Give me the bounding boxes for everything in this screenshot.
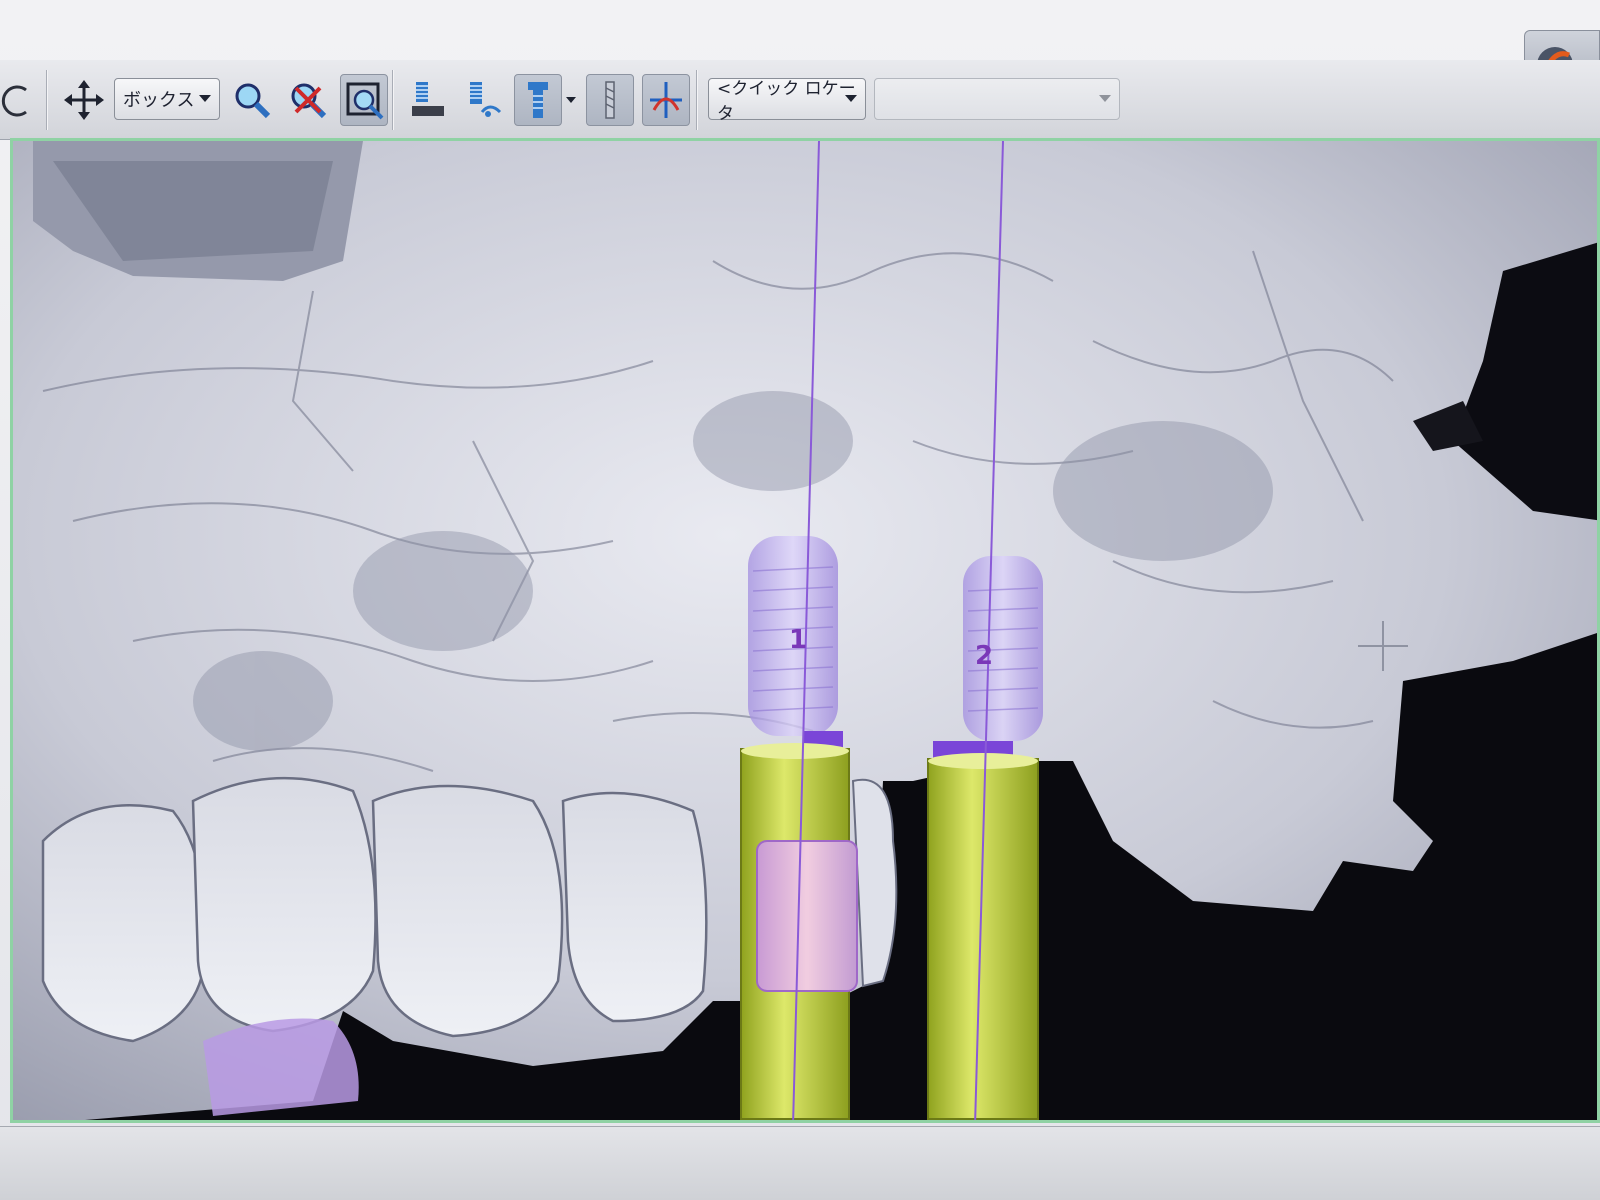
3d-viewport[interactable]: 1 2: [10, 138, 1600, 1123]
zoom-box-icon: [346, 82, 384, 120]
chevron-down-icon: [199, 95, 211, 102]
status-bar: [0, 1126, 1600, 1200]
implant-icon: [528, 82, 548, 118]
implant-1-label: 1: [789, 625, 808, 655]
rotate-icon: [1, 85, 27, 117]
implant-2-label: 2: [975, 641, 994, 671]
quick-locator-select[interactable]: <クイック ロケータ: [708, 78, 866, 124]
dental-implant-planner-window: ボックス <クイック ロケータ 1 2: [0, 0, 1600, 1200]
tooth-molar-1: [191, 776, 377, 1033]
tooth-molar-2: [41, 804, 207, 1043]
tooth-premolar-1: [561, 791, 708, 1023]
implant-axis-icon: [605, 81, 615, 119]
implant-ruler-icon: [412, 82, 444, 116]
implant-tool-b-button[interactable]: [460, 74, 508, 126]
implant-1-abutment: [756, 840, 858, 992]
implant-axis-button[interactable]: [586, 74, 634, 126]
implant-1-sleeve-top: [741, 743, 849, 759]
zoom-reset-button[interactable]: [284, 74, 332, 126]
view-mode-select[interactable]: ボックス: [114, 78, 220, 120]
crosshair-nerve-icon: [650, 82, 682, 118]
quick-locator-label: <クイック ロケータ: [717, 79, 856, 124]
implant-tool-a-button[interactable]: [404, 74, 452, 126]
move-arrows-icon: [64, 80, 104, 120]
view-mode-value: ボックス: [123, 90, 195, 111]
magnifier-icon: [235, 83, 271, 119]
nerve-trace-button[interactable]: [642, 74, 690, 126]
quick-locator-target-select[interactable]: [874, 78, 1120, 120]
rotate-button[interactable]: [0, 74, 40, 126]
zoom-in-button[interactable]: [228, 74, 276, 126]
tooth-premolar-2: [371, 784, 564, 1038]
main-toolbar: ボックス <クイック ロケータ: [0, 60, 1600, 140]
toolbar-separator: [392, 70, 394, 130]
implant-place-button[interactable]: [514, 74, 562, 126]
chevron-down-icon: [845, 95, 857, 102]
toolbar-separator: [696, 70, 698, 130]
pan-button[interactable]: [60, 74, 108, 126]
chevron-down-icon: [1099, 95, 1111, 102]
magnifier-cross-icon: [291, 83, 327, 119]
implant-nerve-icon: [470, 82, 502, 117]
soft-tissue-spot: [203, 1018, 359, 1116]
implant-2-sleeve-top: [928, 753, 1038, 769]
toolbar-separator: [46, 70, 48, 130]
implant-place-dropdown[interactable]: [562, 74, 580, 126]
zoom-fit-button[interactable]: [340, 74, 388, 126]
caret-down-icon: [566, 97, 576, 103]
